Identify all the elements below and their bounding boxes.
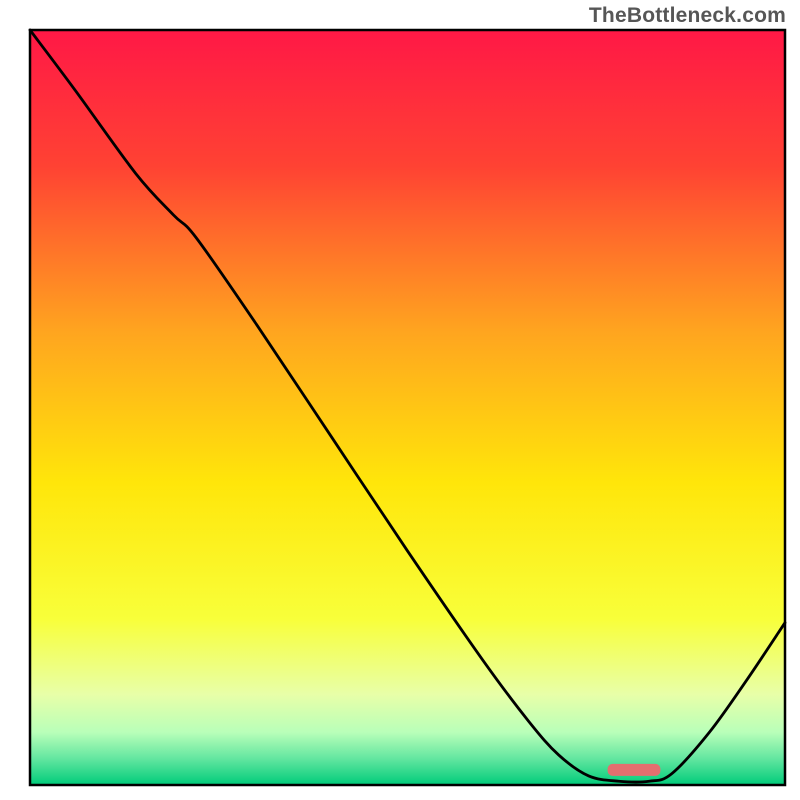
- bottleneck-chart: [0, 0, 800, 800]
- watermark-text: TheBottleneck.com: [589, 4, 786, 28]
- plot-background: [30, 30, 785, 785]
- optimal-marker: [608, 764, 661, 776]
- chart-canvas: TheBottleneck.com: [0, 0, 800, 800]
